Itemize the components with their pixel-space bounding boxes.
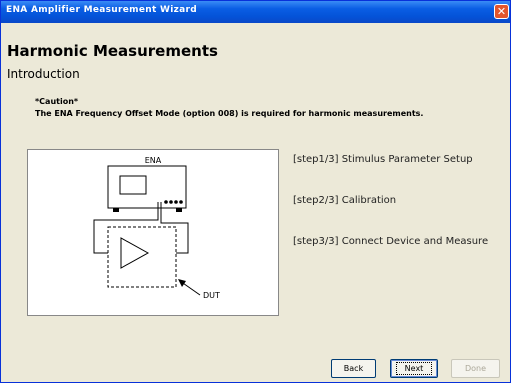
step-1-label: [step1/3] Stimulus Parameter Setup bbox=[293, 154, 473, 165]
wizard-window: ENA Amplifier Measurement Wizard ✕ Harmo… bbox=[0, 0, 511, 383]
close-icon: ✕ bbox=[496, 5, 507, 18]
done-button-label: Done bbox=[464, 364, 487, 373]
dut-boundary bbox=[107, 226, 177, 288]
window-title: ENA Amplifier Measurement Wizard bbox=[6, 5, 197, 15]
step-2-label: [step2/3] Calibration bbox=[293, 195, 397, 206]
dut-pointer-icon bbox=[178, 279, 201, 296]
amplifier-icon bbox=[120, 237, 150, 269]
caution-text: The ENA Frequency Offset Mode (option 00… bbox=[35, 109, 424, 118]
dut-label: DUT bbox=[203, 291, 220, 300]
done-button[interactable]: Done bbox=[451, 359, 500, 378]
page-subtitle: Introduction bbox=[7, 67, 80, 81]
title-bar[interactable]: ENA Amplifier Measurement Wizard ✕ bbox=[1, 1, 510, 23]
close-button[interactable]: ✕ bbox=[494, 4, 509, 19]
connection-diagram-svg: ENA DUT bbox=[93, 156, 220, 300]
back-button-label: Back bbox=[343, 364, 364, 373]
ena-label: ENA bbox=[145, 156, 162, 165]
back-button[interactable]: Back bbox=[331, 359, 376, 378]
step-3-label: [step3/3] Connect Device and Measure bbox=[293, 236, 489, 247]
caution-title: *Caution* bbox=[35, 97, 79, 106]
page-title: Harmonic Measurements bbox=[7, 42, 218, 60]
next-button[interactable]: Next bbox=[390, 359, 438, 378]
connection-diagram: ENA DUT bbox=[27, 149, 279, 316]
next-button-label: Next bbox=[395, 362, 433, 375]
ena-instrument-icon bbox=[107, 165, 187, 212]
